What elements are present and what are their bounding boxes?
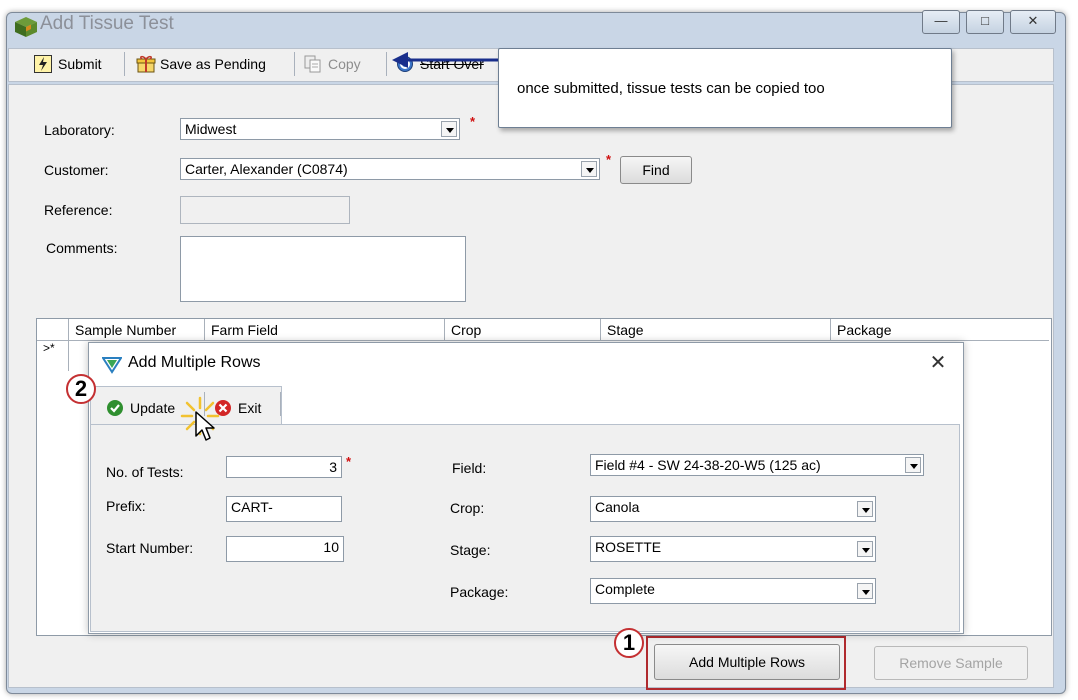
laboratory-value: Midwest xyxy=(185,121,237,137)
stage-select[interactable]: ROSETTE xyxy=(590,536,876,562)
column-header-stage[interactable]: Stage xyxy=(601,319,831,341)
save-pending-button[interactable]: Save as Pending xyxy=(136,52,266,76)
update-button[interactable]: Update xyxy=(106,396,175,420)
copy-label: Copy xyxy=(328,56,361,72)
tooltip: once submitted, tissue tests can be copi… xyxy=(498,48,952,128)
column-header-crop[interactable]: Crop xyxy=(445,319,601,341)
column-header-package[interactable]: Package xyxy=(831,319,1049,341)
start-number-label: Start Number: xyxy=(106,540,194,556)
window-title: Add Tissue Test xyxy=(40,13,174,34)
reference-input[interactable] xyxy=(180,196,350,224)
mouse-cursor-icon xyxy=(194,410,218,444)
package-value: Complete xyxy=(595,581,655,597)
copy-button[interactable]: Copy xyxy=(304,52,361,76)
comments-label: Comments: xyxy=(46,240,118,256)
chevron-down-icon[interactable] xyxy=(857,501,873,517)
chevron-down-icon[interactable] xyxy=(857,583,873,599)
column-header-sample-number[interactable]: Sample Number xyxy=(69,319,205,341)
chevron-down-icon[interactable] xyxy=(581,161,597,177)
remove-sample-button[interactable]: Remove Sample xyxy=(874,646,1028,680)
start-number-input[interactable]: 10 xyxy=(226,536,344,562)
chevron-down-icon[interactable] xyxy=(857,541,873,557)
dialog-title: Add Multiple Rows xyxy=(128,354,261,371)
customer-value: Carter, Alexander (C0874) xyxy=(185,161,348,177)
reference-label: Reference: xyxy=(44,202,113,218)
tooltip-arrow-icon xyxy=(392,50,502,70)
required-mark: * xyxy=(470,114,476,129)
stage-label: Stage: xyxy=(450,542,491,558)
toolbar-divider xyxy=(386,52,387,76)
toolbar-divider xyxy=(124,52,125,76)
dialog-close-icon[interactable]: ✕ xyxy=(926,350,950,374)
comments-textarea[interactable] xyxy=(180,236,466,302)
submit-label: Submit xyxy=(58,56,102,72)
update-label: Update xyxy=(130,400,176,416)
field-value: Field #4 - SW 24-38-20-W5 (125 ac) xyxy=(595,457,821,473)
laboratory-select[interactable]: Midwest xyxy=(180,118,460,140)
prefix-input[interactable]: CART- xyxy=(226,496,342,522)
save-pending-label: Save as Pending xyxy=(160,56,266,72)
exit-label: Exit xyxy=(238,400,262,416)
callout-step-1: 1 xyxy=(614,628,644,658)
app-logo-icon xyxy=(101,356,123,374)
no-of-tests-label: No. of Tests: xyxy=(106,464,184,480)
laboratory-label: Laboratory: xyxy=(44,122,115,138)
close-window-button[interactable]: ✕ xyxy=(1010,10,1056,34)
find-button[interactable]: Find xyxy=(620,156,692,184)
package-select[interactable]: Complete xyxy=(590,578,876,604)
customer-label: Customer: xyxy=(44,162,109,178)
required-mark: * xyxy=(606,152,612,167)
crop-label: Crop: xyxy=(450,500,485,516)
toolbar-divider xyxy=(280,392,281,416)
minimize-button[interactable]: — xyxy=(922,10,960,34)
prefix-label: Prefix: xyxy=(106,498,146,514)
app-cube-icon xyxy=(14,16,37,37)
crop-value: Canola xyxy=(595,499,640,515)
stage-value: ROSETTE xyxy=(595,539,662,555)
checkmark-icon xyxy=(106,399,124,417)
package-label: Package: xyxy=(450,584,509,600)
chevron-down-icon[interactable] xyxy=(441,121,457,137)
copy-icon xyxy=(304,55,322,73)
chevron-down-icon[interactable] xyxy=(905,457,921,473)
grid-corner xyxy=(37,319,69,341)
column-header-farm-field[interactable]: Farm Field xyxy=(205,319,445,341)
maximize-button[interactable]: □ xyxy=(966,10,1004,34)
crop-select[interactable]: Canola xyxy=(590,496,876,522)
lightning-icon xyxy=(34,55,52,73)
customer-select[interactable]: Carter, Alexander (C0874) xyxy=(180,158,600,180)
no-of-tests-input[interactable]: 3 xyxy=(226,456,342,478)
field-select[interactable]: Field #4 - SW 24-38-20-W5 (125 ac) xyxy=(590,454,924,476)
add-rows-highlight xyxy=(646,636,846,690)
required-mark: * xyxy=(346,454,352,469)
callout-step-2: 2 xyxy=(66,374,96,404)
submit-button[interactable]: Submit xyxy=(34,52,102,76)
field-label: Field: xyxy=(452,460,487,476)
toolbar-divider xyxy=(294,52,295,76)
new-row-marker: >* xyxy=(37,341,69,371)
gift-box-icon xyxy=(136,55,156,73)
